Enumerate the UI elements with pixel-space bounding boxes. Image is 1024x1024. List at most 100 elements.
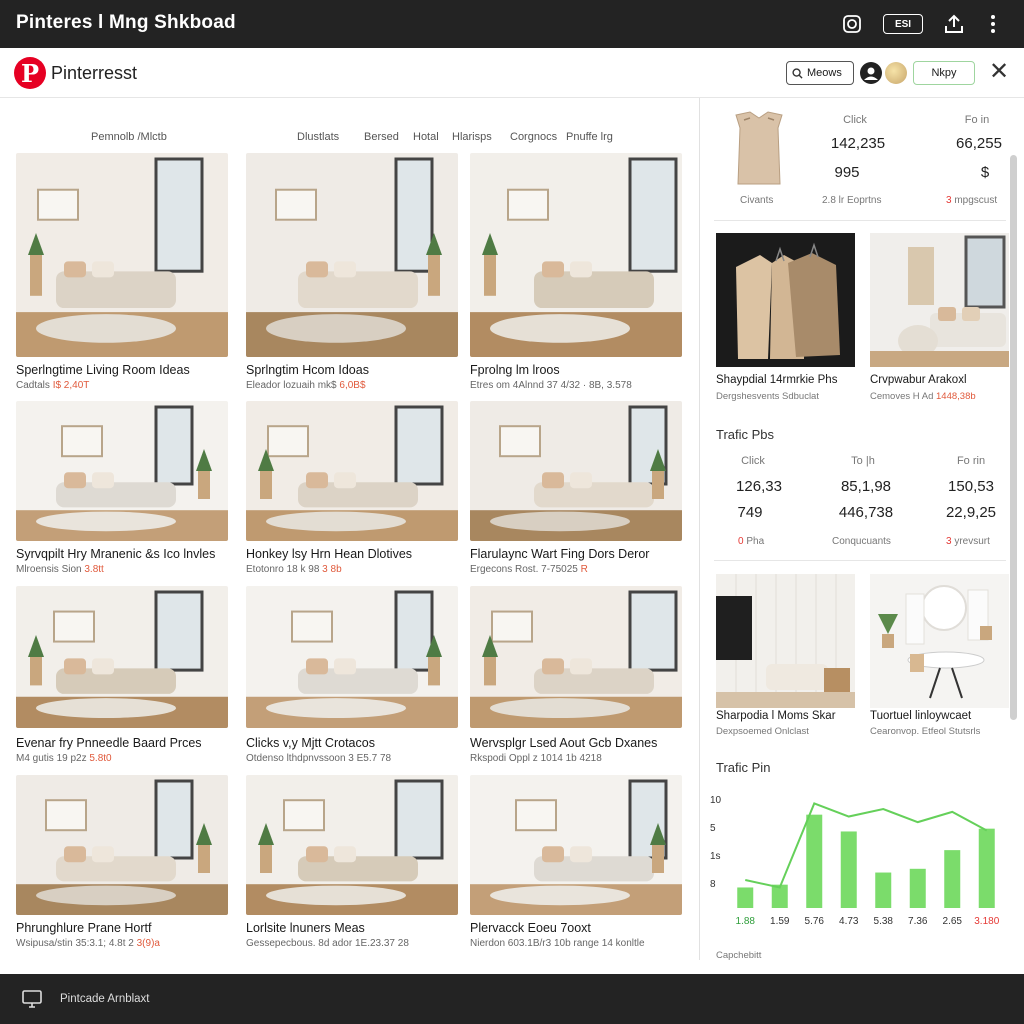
pin-title[interactable]: Crvpwabur Arakoxl [870, 374, 967, 386]
nkpy-button[interactable]: Nkpy [913, 61, 975, 85]
filter-pnuffe[interactable]: Pnuffe lrg [566, 131, 613, 143]
y-tick-label: 10 [710, 795, 722, 806]
app-header: P Pinterresst Meows Nkpy ✕ [0, 48, 1024, 98]
pin-card[interactable]: Wervsplgr Lsed Aout Gcb Dxanes Rkspodi Op… [470, 586, 682, 764]
pin-card[interactable]: Clicks v,y Mjtt Crotacos Otdenso lthdpnvs… [246, 586, 458, 764]
traffic-value: 150,53 [948, 478, 994, 495]
pin-card[interactable]: Syrvqpilt Hry Mranenic &s Ico lnvles Mlro… [16, 401, 228, 575]
profile-avatar[interactable] [860, 62, 882, 84]
pin-title[interactable]: Shaypdial 14rmrkie Phs [716, 374, 837, 386]
pin-image[interactable] [246, 586, 458, 728]
pin-card[interactable]: Lorlsite lnuners Meas Gessepecbous. 8d ad… [246, 775, 458, 949]
traffic-foot-yrevsurt: 3 yrevsurt [946, 536, 990, 547]
chart-bar [909, 868, 926, 908]
pin-title[interactable]: Sprlngtim Hcom Idoas [246, 363, 458, 377]
pin-image[interactable] [470, 775, 682, 915]
pin-title[interactable]: Phrunghlure Prane Hortf [16, 921, 228, 935]
stat-value-995: 995 [834, 164, 860, 181]
chart-footer: Capchebitt [716, 950, 762, 961]
traffic-foot-conqucuants: Conqucuants [832, 536, 891, 547]
right-panel-scrollbar[interactable] [1010, 155, 1017, 720]
pin-title[interactable]: Syrvqpilt Hry Mranenic &s Ico lnvles [16, 547, 228, 561]
pin-meta-text: Nierdon 603.1B/r3 10b range 14 konltle [470, 938, 645, 949]
filter-corgnocs[interactable]: Corgnocs [510, 131, 557, 143]
chart-bar [875, 872, 892, 908]
pin-image[interactable] [16, 153, 228, 357]
pin-room-image-a[interactable] [870, 233, 1009, 367]
filter-dlustlats[interactable]: Dlustlats [297, 131, 339, 143]
pin-meta: Mlroensis Sion 3.8tt [16, 564, 228, 575]
pin-title[interactable]: Tuortuel linloywcaet [870, 710, 971, 722]
x-tick-label: 1.59 [770, 916, 790, 927]
pin-title[interactable]: Sharpodia l Moms Skar [716, 710, 836, 722]
pin-card[interactable]: Plervacck Eoeu 7ooxt Nierdon 603.1B/r3 10… [470, 775, 682, 949]
traffic-foot-number: 0 [738, 536, 744, 547]
pin-image[interactable] [246, 775, 458, 915]
pin-title[interactable]: Honkey lsy Hrn Hean Dlotives [246, 547, 458, 561]
pin-card[interactable]: Sperlngtime Living Room Ideas Cadtals I$ … [16, 153, 228, 391]
pin-meta-highlight: 3.8tt [84, 564, 104, 575]
pin-image[interactable] [16, 401, 228, 541]
traffic-value: 749 [737, 504, 763, 521]
pin-jackets-image[interactable] [716, 233, 855, 367]
filter-hlarisps[interactable]: Hlarisps [452, 131, 492, 143]
camera-icon[interactable] [840, 12, 864, 36]
pin-meta: M4 gutis 19 p2z 5.8t0 [16, 753, 228, 764]
filter-pemnolb[interactable]: Pemnolb /Mlctb [91, 131, 167, 143]
status-bar: Pintcade Arnblaxt [0, 974, 1024, 1024]
stat-click-label: Click [843, 114, 867, 126]
stat-currency: $ [980, 164, 990, 181]
close-icon[interactable]: ✕ [986, 59, 1012, 85]
pinterest-logo[interactable]: P [14, 57, 46, 89]
pin-title[interactable]: Clicks v,y Mjtt Crotacos [246, 736, 458, 750]
pin-dining-image[interactable] [870, 574, 1009, 708]
pin-title[interactable]: Sperlngtime Living Room Ideas [16, 363, 228, 377]
logo-letter: P [20, 58, 40, 88]
pin-card[interactable]: Phrunghlure Prane Hortf Wsipusa/stin 35:3… [16, 775, 228, 949]
pin-card[interactable]: Evenar fry Pnneedle Baard Prces M4 gutis … [16, 586, 228, 764]
stat-sub-eoprtns: 2.8 lr Eoprtns [822, 195, 882, 206]
window-titlebar: Pinteres l Mng Shkboad ESI [0, 0, 1024, 48]
pin-title[interactable]: Wervsplgr Lsed Aout Gcb Dxanes [470, 736, 682, 750]
pin-card[interactable]: Flarulaync Wart Fing Dors Deror Ergecons … [470, 401, 682, 575]
pin-title[interactable]: Flarulaync Wart Fing Dors Deror [470, 547, 682, 561]
traffic-foot-pha: 0 Pha [738, 536, 764, 547]
pin-card[interactable]: Sprlngtim Hcom Idoas Eleador lozuaih mk$ … [246, 153, 458, 391]
traffic-foot-text: yrevsurt [954, 536, 990, 547]
filter-bersed[interactable]: Bersed [364, 131, 399, 143]
traffic-foot-text: Pha [746, 536, 765, 547]
pin-card[interactable]: Honkey lsy Hrn Hean Dlotives Etotonro 18 … [246, 401, 458, 575]
esi-badge-button[interactable]: ESI [883, 14, 923, 34]
pin-tv-wall-image[interactable] [716, 574, 855, 708]
pin-meta: Dexpsoemed Onlclast [716, 726, 809, 737]
filter-hotal[interactable]: Hotal [413, 131, 439, 143]
pin-image[interactable] [16, 775, 228, 915]
stat-click-value: 142,235 [830, 135, 886, 152]
panel-divider [699, 98, 700, 960]
traffic-value: 85,1,98 [840, 478, 892, 495]
stat-sub-civants: Civants [740, 195, 774, 206]
pin-image[interactable] [246, 153, 458, 357]
pin-image[interactable] [470, 153, 682, 357]
user-avatar[interactable] [885, 62, 907, 84]
x-tick-label: 5.76 [805, 916, 825, 927]
pin-meta-highlight: 5.8t0 [89, 753, 112, 764]
monitor-icon[interactable] [22, 990, 42, 1013]
more-vertical-icon[interactable] [984, 12, 1002, 36]
status-text: Pintcade Arnblaxt [60, 993, 150, 1005]
pin-title[interactable]: Evenar fry Pnneedle Baard Prces [16, 736, 228, 750]
search-button[interactable]: Meows [786, 61, 854, 85]
pin-title[interactable]: Fprolng lm lroos [470, 363, 682, 377]
pin-title[interactable]: Lorlsite lnuners Meas [246, 921, 458, 935]
pin-image[interactable] [470, 401, 682, 541]
share-icon[interactable] [941, 12, 967, 36]
traffic-value: 126,33 [736, 478, 782, 495]
pin-image[interactable] [16, 586, 228, 728]
pin-meta-text: M4 gutis 19 p2z [16, 753, 90, 764]
pin-image[interactable] [246, 401, 458, 541]
pin-card[interactable]: Fprolng lm lroos Etres om 4Alnnd 37 4/32 … [470, 153, 682, 391]
product-thumbnail[interactable] [728, 110, 790, 185]
stat-sub-mpgscust: 3 mpgscust [946, 195, 997, 206]
pin-image[interactable] [470, 586, 682, 728]
pin-title[interactable]: Plervacck Eoeu 7ooxt [470, 921, 682, 935]
